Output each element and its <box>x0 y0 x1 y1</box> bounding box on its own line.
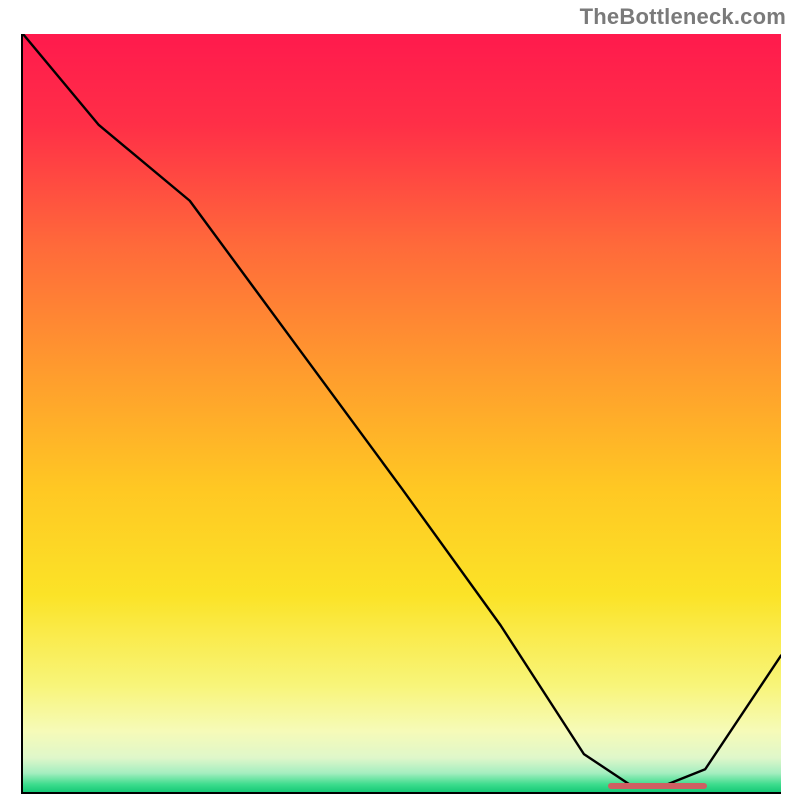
background-gradient <box>23 34 781 792</box>
plot-area <box>21 34 781 794</box>
chart-stage: TheBottleneck.com <box>0 0 800 800</box>
optimal-region-marker <box>608 783 707 789</box>
watermark-text: TheBottleneck.com <box>580 4 786 30</box>
